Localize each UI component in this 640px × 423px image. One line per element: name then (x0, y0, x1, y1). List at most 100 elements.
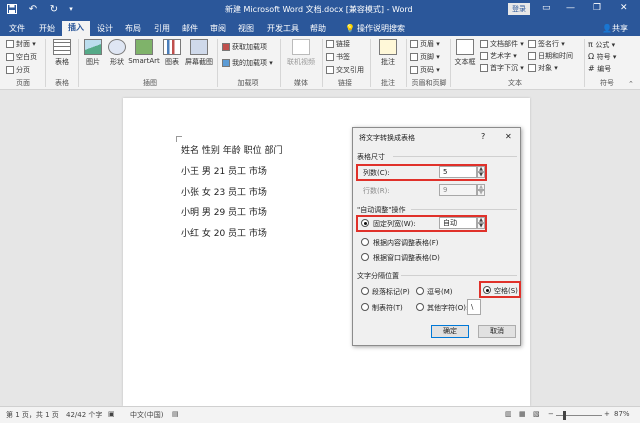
picture-button[interactable]: 图片 (82, 39, 104, 67)
language[interactable]: 中文(中国) (130, 410, 163, 420)
tab-help[interactable]: 帮助 (306, 22, 330, 36)
dropcap-button[interactable]: 首字下沉 ▾ (480, 63, 524, 74)
fit-content-radio[interactable] (361, 238, 369, 246)
columns-input[interactable]: 5 (439, 166, 477, 178)
signature-line-button[interactable]: 签名行 ▾ (528, 39, 565, 50)
collapse-ribbon-icon[interactable]: ⌃ (628, 80, 634, 88)
document-line[interactable]: 小红 女 20 员工 市场 (181, 226, 267, 239)
quick-parts-button[interactable]: 文档部件 ▾ (480, 39, 524, 50)
store-icon (222, 43, 230, 51)
minimize-button[interactable]: — (566, 3, 575, 13)
sep-other-input[interactable]: \ (467, 299, 481, 315)
tab-insert[interactable]: 插入 (62, 21, 90, 36)
date-time-button[interactable]: 日期和时间 (528, 51, 573, 62)
ribbon-display-icon[interactable]: ▭ (542, 3, 551, 13)
chart-button[interactable]: 图表 (161, 39, 183, 67)
comment-button[interactable]: 批注 (376, 39, 400, 67)
tab-references[interactable]: 引用 (150, 22, 174, 36)
online-video-label: 联机视频 (287, 58, 315, 66)
group-divider (370, 39, 371, 87)
undo-icon[interactable]: ↶ (27, 3, 39, 15)
tab-design[interactable]: 设计 (93, 22, 117, 36)
proofing-icon[interactable]: ▣ (108, 410, 115, 418)
cover-page-button[interactable]: 封面 ▾ (6, 39, 36, 50)
login-button[interactable]: 登录 (508, 3, 530, 15)
online-video-button[interactable]: 联机视频 (284, 39, 318, 67)
page-count[interactable]: 第 1 页，共 1 页 (6, 410, 59, 420)
zoom-level[interactable]: 87% (614, 410, 630, 418)
fit-content-label[interactable]: 根据内容调整表格(F) (373, 238, 439, 248)
object-button[interactable]: 对象 ▾ (528, 63, 558, 74)
tab-layout[interactable]: 布局 (121, 22, 145, 36)
save-icon[interactable] (6, 3, 18, 15)
zoom-in-button[interactable]: + (604, 410, 610, 418)
fit-window-label[interactable]: 根据窗口调整表格(D) (373, 253, 440, 263)
shapes-button[interactable]: 形状 (106, 39, 128, 67)
sep-comma-radio[interactable] (416, 287, 424, 295)
tab-view[interactable]: 视图 (234, 22, 258, 36)
print-layout-icon[interactable]: ▦ (519, 410, 526, 418)
link-button[interactable]: 链接 (326, 39, 350, 50)
tell-me-search[interactable]: 操作说明搜索 (357, 23, 405, 34)
sep-space-radio[interactable] (483, 286, 491, 294)
sep-tab-label[interactable]: 制表符(T) (372, 303, 403, 313)
smartart-button[interactable]: SmartArt (128, 39, 160, 65)
zoom-out-button[interactable]: − (548, 410, 554, 418)
get-addins-button[interactable]: 获取加载项 (222, 42, 267, 53)
sep-tab-radio[interactable] (361, 303, 369, 311)
document-line[interactable]: 小王 男 21 员工 市场 (181, 164, 267, 177)
equation-button[interactable]: π 公式 ▾ (588, 39, 615, 50)
close-button[interactable]: ✕ (620, 3, 628, 13)
columns-spin-down[interactable]: ▼ (477, 172, 485, 178)
web-layout-icon[interactable]: ▧ (533, 410, 540, 418)
sep-space-label[interactable]: 空格(S) (494, 286, 518, 296)
tab-home[interactable]: 开始 (34, 22, 60, 36)
sep-paragraph-label[interactable]: 段落标记(P) (372, 287, 410, 297)
omega-icon: Ω (588, 52, 597, 61)
fixed-width-label[interactable]: 固定列宽(W): (373, 219, 416, 229)
fixed-width-input[interactable]: 自动 (439, 217, 477, 229)
ok-button[interactable]: 确定 (431, 325, 469, 338)
document-line[interactable]: 姓名 性别 年龄 职位 部门 (181, 143, 282, 156)
fit-window-radio[interactable] (361, 253, 369, 261)
fixed-width-radio[interactable] (361, 219, 369, 227)
rows-spin-down[interactable]: ▼ (477, 190, 485, 196)
tab-mailings[interactable]: 邮件 (178, 22, 202, 36)
textbox-button[interactable]: 文本框 (453, 39, 477, 67)
read-mode-icon[interactable]: ▥ (505, 410, 512, 418)
restore-button[interactable]: ❐ (593, 3, 601, 13)
document-line[interactable]: 小张 女 23 员工 市场 (181, 185, 267, 198)
zoom-slider-thumb[interactable] (563, 411, 566, 420)
document-line[interactable]: 小明 男 29 员工 市场 (181, 205, 267, 218)
rows-input[interactable]: 9 (439, 184, 477, 196)
sep-other-label[interactable]: 其他字符(O): (427, 303, 468, 313)
number-button[interactable]: # 编号 (588, 63, 611, 74)
blank-page-button[interactable]: 空白页 (6, 52, 37, 63)
sep-other-radio[interactable] (416, 303, 424, 311)
macro-icon[interactable]: ▤ (172, 410, 179, 418)
tab-review[interactable]: 审阅 (206, 22, 230, 36)
word-count[interactable]: 42/42 个字 (66, 410, 102, 420)
fixed-width-spin-down[interactable]: ▼ (477, 223, 485, 229)
dialog-close-button[interactable]: ✕ (505, 132, 512, 141)
page-break-button[interactable]: 分页 (6, 65, 30, 76)
crossref-button[interactable]: 交叉引用 (326, 65, 364, 76)
tab-developer[interactable]: 开发工具 (263, 22, 303, 36)
wordart-button[interactable]: 艺术字 ▾ (480, 51, 517, 62)
cancel-button[interactable]: 取消 (478, 325, 516, 338)
table-button[interactable]: 表格 (50, 39, 74, 67)
symbol-button[interactable]: Ω 符号 ▾ (588, 51, 616, 62)
sep-paragraph-radio[interactable] (361, 287, 369, 295)
header-button[interactable]: 页眉 ▾ (410, 39, 440, 50)
footer-button[interactable]: 页脚 ▾ (410, 52, 440, 63)
tab-file[interactable]: 文件 (4, 22, 30, 36)
page-number-button[interactable]: 页码 ▾ (410, 65, 440, 76)
my-addins-button[interactable]: 我的加载项 ▾ (222, 58, 273, 69)
redo-icon[interactable]: ↻ (48, 3, 60, 15)
bookmark-button[interactable]: 书签 (326, 52, 350, 63)
share-button[interactable]: 👤共享 (602, 23, 628, 34)
help-icon[interactable]: ? (481, 132, 485, 141)
quick-access-menu-icon[interactable]: ▾ (65, 3, 77, 15)
sep-comma-label[interactable]: 逗号(M) (427, 287, 453, 297)
screenshot-button[interactable]: 屏幕截图 (184, 39, 214, 67)
